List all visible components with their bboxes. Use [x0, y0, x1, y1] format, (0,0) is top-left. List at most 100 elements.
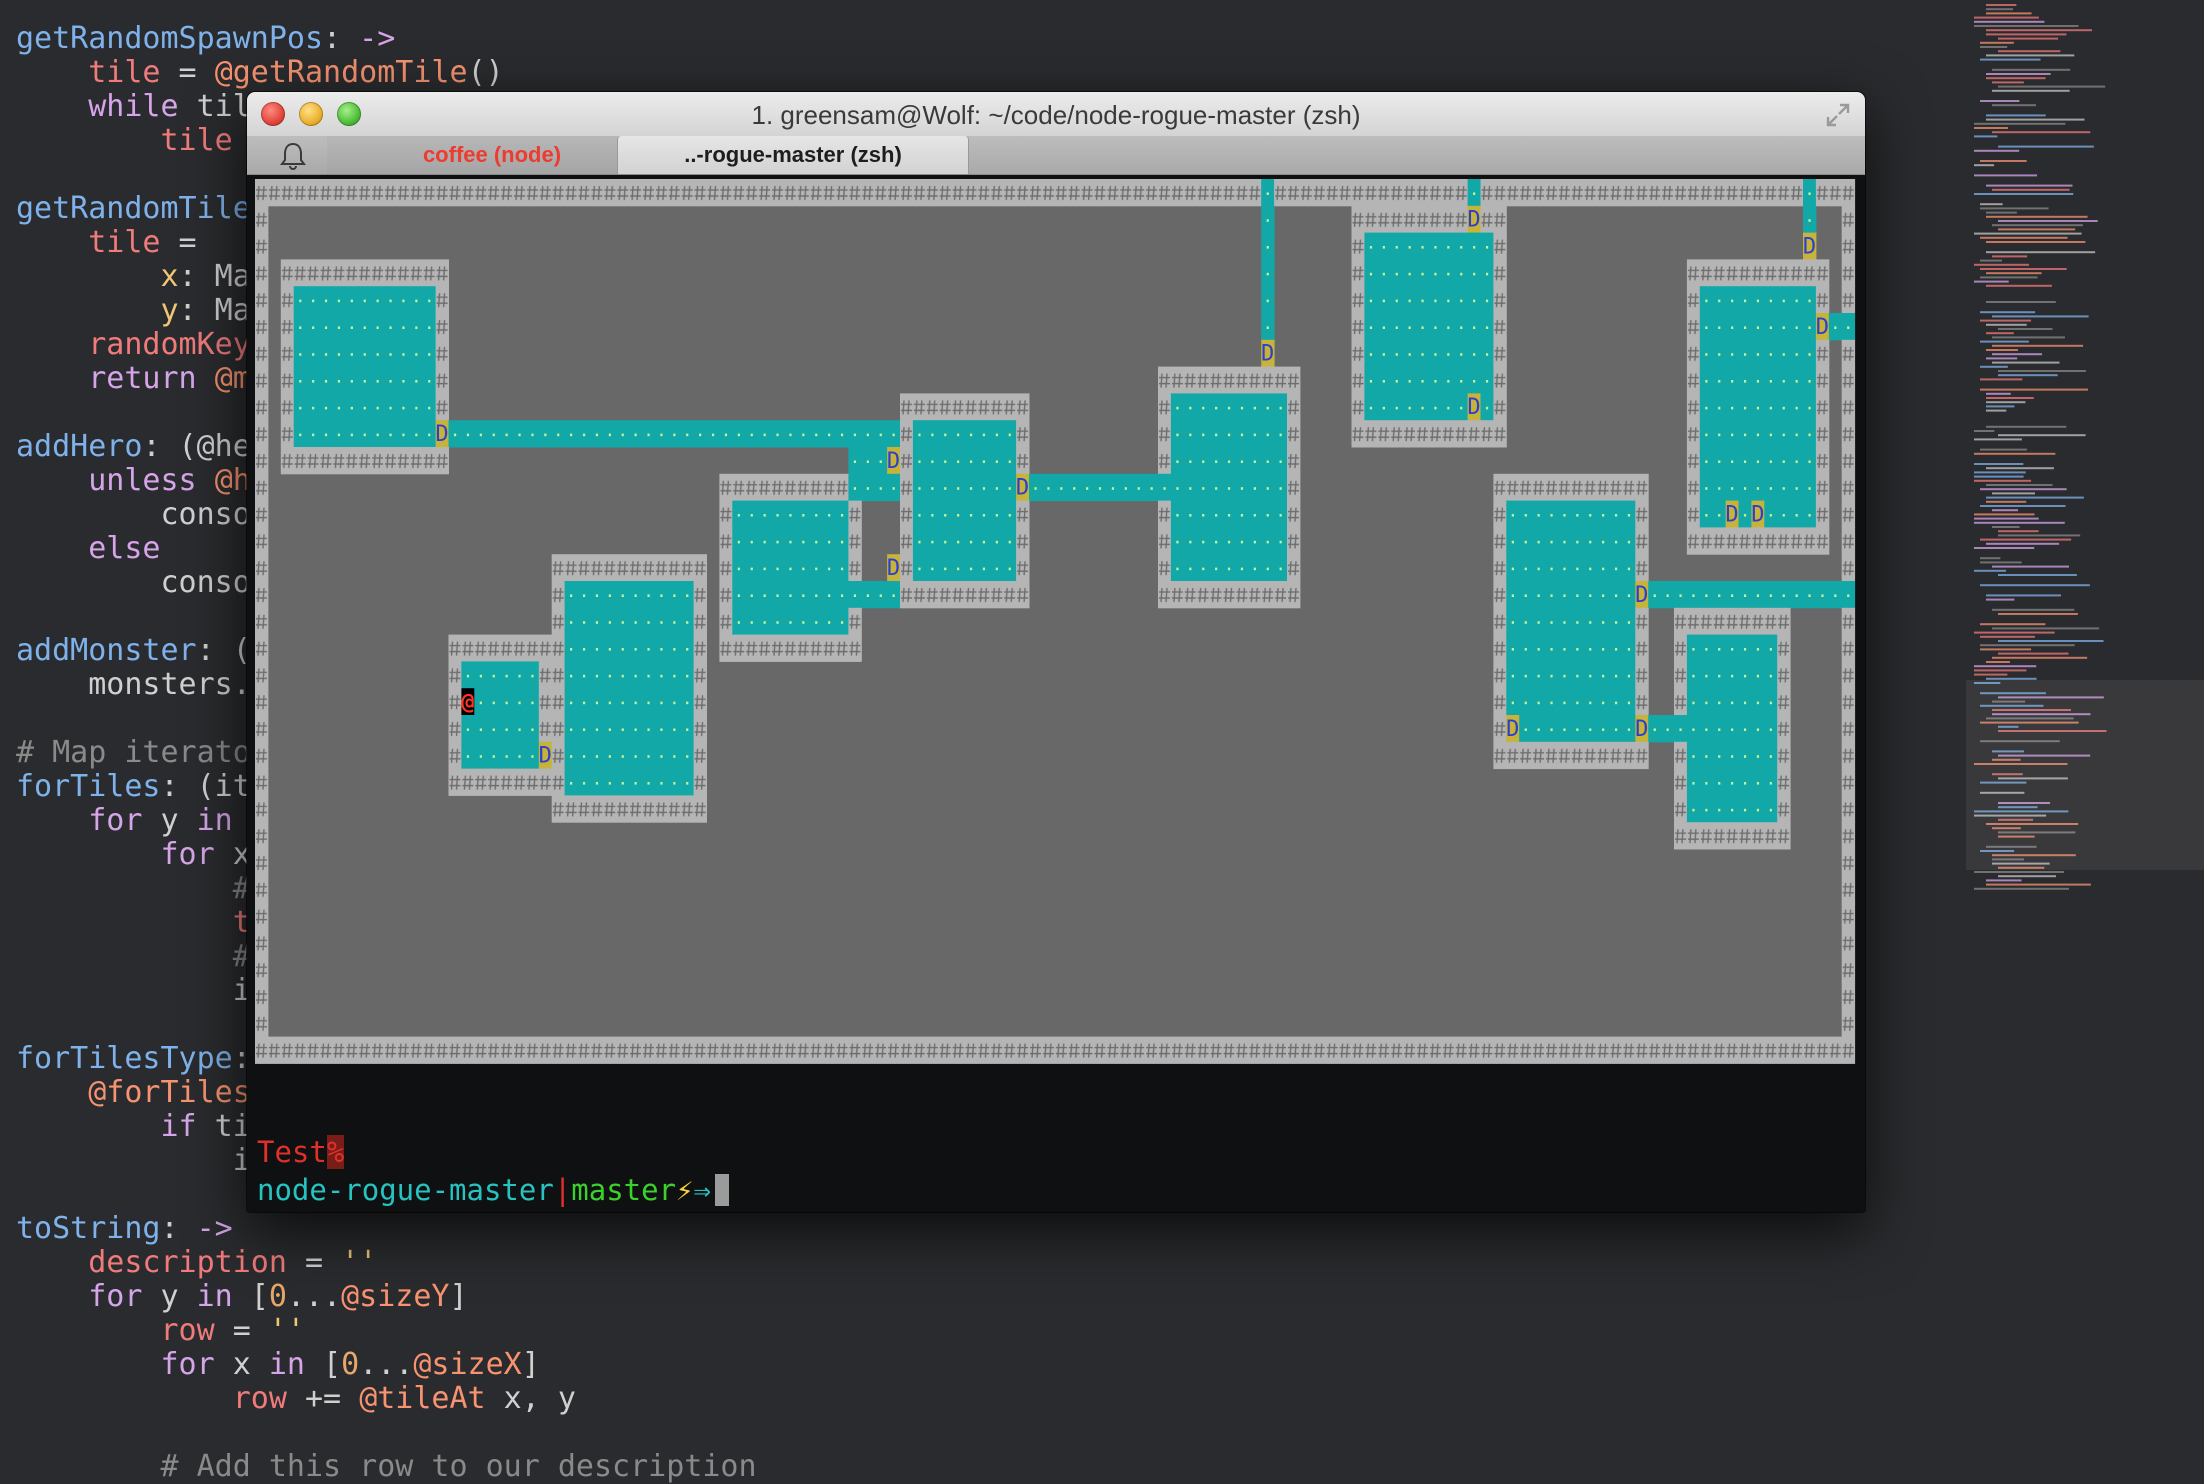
floor-dot [299, 433, 302, 437]
floor-dot [1460, 272, 1463, 276]
wall-tile [448, 741, 462, 770]
code-token: x [214, 1347, 269, 1382]
floor-dot [815, 540, 818, 544]
output-text: Test [257, 1135, 327, 1169]
floor-dot [1550, 728, 1553, 731]
code-line[interactable]: toString: -> [16, 1212, 757, 1246]
floor-dot [1524, 648, 1527, 651]
floor-dot [1266, 433, 1269, 437]
floor-dot [1614, 514, 1618, 517]
terminal-content[interactable]: D D D D D D D D D D D D @ D D D Test% node-rogue-master… [247, 175, 1865, 1212]
wall-tile [1841, 232, 1856, 260]
code-line[interactable]: tile = @getRandomTile() [16, 56, 757, 90]
floor-dot [570, 433, 573, 437]
minimap[interactable] [1966, 0, 2204, 1466]
code-token: getRandomSpawnPos [16, 21, 324, 56]
floor-dot [1743, 755, 1747, 758]
floor-dot [595, 755, 599, 758]
floor-dot [995, 460, 998, 463]
code-token: for [88, 803, 143, 838]
floor-dot [1743, 514, 1747, 517]
code-line[interactable]: for y in [0...@sizeY] [16, 1280, 757, 1314]
wall-tile [1016, 527, 1030, 555]
tab-rogue-master-zsh[interactable]: ..-rogue-master (zsh) [617, 136, 969, 174]
floor-dot [415, 326, 418, 329]
floor-dot [931, 540, 934, 544]
floor-dot [931, 567, 934, 571]
minimap-line [1980, 557, 2001, 560]
code-token: @tileAt [359, 1381, 486, 1416]
output-line: Test% [257, 1133, 1857, 1171]
code-line[interactable]: # Add this row to our description [16, 1450, 757, 1484]
floor-dot [389, 433, 392, 437]
wall-tile [1351, 366, 1365, 394]
minimap-line [1974, 263, 2030, 266]
floor-tile [1648, 581, 1856, 609]
tab-coffee-node[interactable]: coffee (node) [327, 136, 658, 174]
floor-dot [1524, 621, 1527, 624]
floor-dot [853, 433, 857, 437]
code-line[interactable]: row += @tileAt x, y [16, 1382, 757, 1416]
floor-dot [660, 674, 663, 678]
floor-dot [1550, 514, 1553, 517]
minimap-line [1992, 344, 2084, 347]
floor-tile [461, 661, 540, 689]
floor-dot [453, 433, 457, 437]
floor-dot [428, 433, 431, 437]
minimap-viewport[interactable] [1966, 680, 2204, 870]
floor-dot [1279, 514, 1282, 517]
floor-dot [1176, 460, 1179, 463]
floor-dot [337, 406, 341, 410]
floor-dot [1731, 648, 1734, 651]
wall-tile [1287, 447, 1301, 475]
fullscreen-icon[interactable] [1825, 102, 1851, 128]
floor-dot [879, 487, 882, 490]
code-line[interactable]: row = '' [16, 1314, 757, 1348]
wall-tile [900, 447, 914, 475]
floor-dot [1537, 648, 1540, 651]
title-bar[interactable]: 1. greensam@Wolf: ~/code/node-rogue-mast… [247, 92, 1865, 137]
wall-tile [255, 527, 269, 555]
floor-dot [350, 353, 353, 356]
floor-dot [634, 701, 637, 705]
floor-dot [1008, 567, 1011, 571]
floor-dot [1834, 594, 1837, 597]
floor-dot [1408, 246, 1411, 249]
floor-dot [1434, 406, 1437, 410]
minimap-line [1992, 89, 2070, 92]
code-line[interactable]: getRandomSpawnPos: -> [16, 22, 757, 56]
floor-dot [969, 540, 973, 544]
floor-dot [1202, 514, 1205, 517]
minimap-line [1980, 207, 2049, 210]
code-line[interactable] [16, 1416, 757, 1450]
floor-dot [1550, 674, 1553, 678]
floor-dot [892, 594, 895, 597]
floor-dot [815, 594, 818, 597]
floor-dot [944, 433, 947, 437]
floor-dot [518, 433, 521, 437]
minimap-line [1986, 272, 2042, 275]
floor-dot [389, 299, 392, 303]
wall-tile [1686, 473, 1701, 502]
floor-dot [312, 326, 315, 329]
floor-dot [1795, 380, 1798, 383]
code-line[interactable]: description = '' [16, 1246, 757, 1280]
code-line[interactable]: for x in [0...@sizeX] [16, 1348, 757, 1382]
terminal-window[interactable]: 1. greensam@Wolf: ~/code/node-rogue-mast… [247, 92, 1865, 1212]
floor-dot [621, 728, 624, 731]
wall-tile [1841, 929, 1856, 957]
floor-dot [673, 755, 676, 758]
minimap-line [1980, 584, 2090, 587]
floor-dot [647, 701, 650, 705]
wall-tile [1841, 983, 1856, 1011]
floor-dot [969, 487, 973, 490]
floor-dot [1563, 540, 1566, 544]
floor-dot [1215, 487, 1218, 490]
wall-tile [255, 929, 269, 957]
floor-dot [1731, 755, 1734, 758]
floor-dot [840, 433, 844, 437]
shell-prompt[interactable]: node-rogue-master|master⚡⇒ [257, 1171, 1857, 1209]
